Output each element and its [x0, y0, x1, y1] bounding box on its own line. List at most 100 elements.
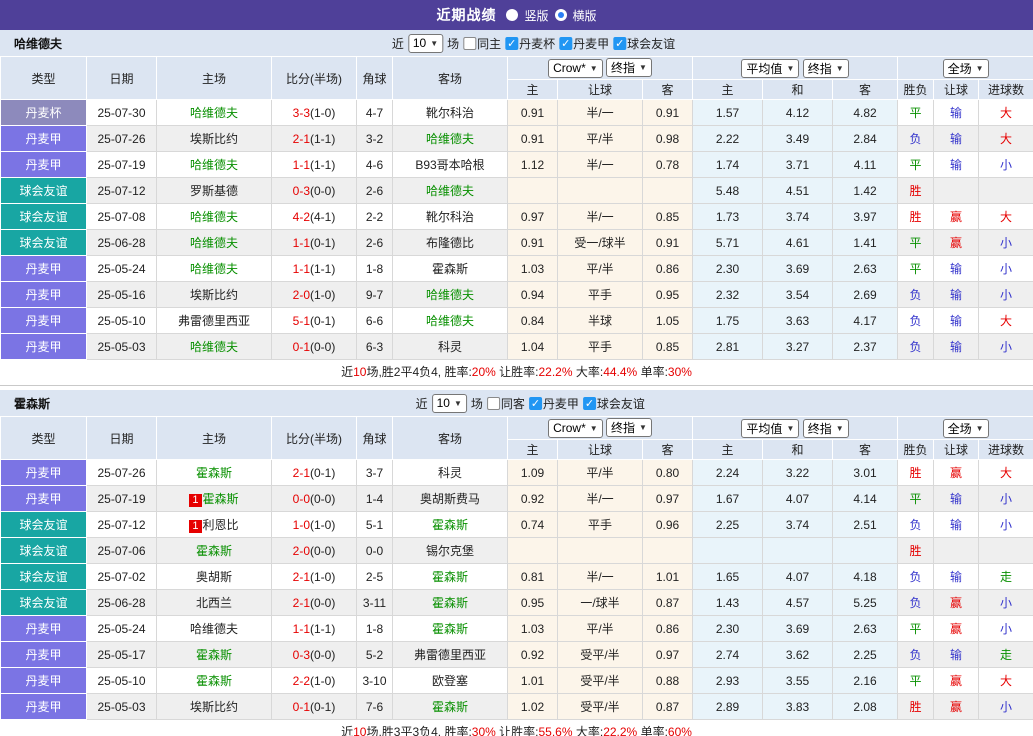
result-handicap-cell: 赢 — [933, 615, 980, 642]
match-date-cell: 25-05-24 — [86, 255, 157, 282]
team1-odds-source-select[interactable]: Crow* ▼ — [548, 58, 603, 78]
home-team-cell: 罗斯基德 — [156, 177, 272, 204]
match-row: 丹麦甲 25-05-16 埃斯比约 2-0(1-0) 9-7 哈维德夫 0.94… — [0, 281, 1033, 308]
col-header-result-wdl: 胜负 — [897, 79, 935, 100]
odds-away-cell: 0.91 — [641, 229, 694, 256]
corner-cell: 2-6 — [356, 177, 393, 204]
match-date-cell: 25-07-26 — [86, 125, 157, 152]
col-header-avg-home: 主 — [692, 439, 764, 460]
team2-odds-time-select[interactable]: 终指 ▼ — [606, 418, 652, 438]
vertical-layout-label[interactable]: 竖版 — [524, 7, 548, 24]
corner-cell: 3-7 — [356, 459, 393, 486]
checkbox-icon[interactable] — [463, 36, 477, 50]
odds-handicap-cell: 半/一 — [557, 485, 643, 512]
match-row: 球会友谊 25-06-28 北西兰 2-1(0-0) 3-11 霍森斯 0.95… — [0, 589, 1033, 616]
odds-handicap-cell: 半/一 — [557, 99, 643, 126]
col-header-odds-home: 主 — [507, 439, 558, 460]
score-cell: 5-1(0-1) — [271, 307, 357, 334]
team2-odds-source-select[interactable]: Crow* ▼ — [548, 418, 603, 438]
team1-league-checkbox[interactable]: 丹麦甲 — [559, 35, 609, 52]
result-wdl-cell: 负 — [897, 563, 935, 590]
away-team-cell: 弗雷德里西亚 — [392, 641, 508, 668]
team2-league-checkbox[interactable]: 丹麦甲 — [528, 395, 579, 412]
team1-match-count-select[interactable]: 10 ▼ — [407, 33, 444, 53]
result-goals-cell: 小 — [978, 255, 1033, 282]
team2-avg-time-select[interactable]: 终指 ▼ — [802, 418, 849, 438]
team2-match-count-select[interactable]: 10 ▼ — [431, 393, 467, 413]
odds-away-cell — [641, 177, 694, 204]
team1-cup-checkbox[interactable]: 丹麦杯 — [505, 35, 555, 52]
result-goals-cell: 大 — [978, 203, 1033, 230]
result-handicap-cell: 输 — [933, 281, 980, 308]
title-bar: 近期战绩 竖版 横版 — [0, 0, 1033, 30]
team1-odds-time-select[interactable]: 终指 ▼ — [606, 58, 652, 78]
col-header-result-handicap: 让球 — [933, 79, 980, 100]
col-header-corner: 角球 — [356, 56, 393, 100]
result-goals-cell: 小 — [978, 589, 1033, 616]
odds-home-cell: 1.01 — [507, 667, 558, 694]
result-handicap-cell: 赢 — [933, 589, 980, 616]
odds-handicap-cell: 受平/半 — [557, 667, 643, 694]
home-team-cell: 弗雷德里西亚 — [156, 307, 272, 334]
away-team-cell: 霍森斯 — [392, 511, 508, 538]
col-header-corner: 角球 — [356, 416, 393, 460]
team1-same-home-checkbox[interactable]: 同主 — [463, 35, 501, 52]
match-type-cell: 丹麦甲 — [0, 485, 87, 512]
checkbox-icon[interactable] — [528, 396, 542, 410]
checkbox-icon[interactable] — [559, 36, 573, 50]
avg-away-cell: 3.01 — [832, 459, 899, 486]
team1-name: 哈维德夫 — [14, 36, 63, 51]
away-team-cell: 靴尔科治 — [392, 203, 508, 230]
team2-friendly-checkbox[interactable]: 球会友谊 — [582, 395, 645, 412]
team1-scope-select[interactable]: 全场 ▼ — [942, 58, 989, 78]
result-goals-cell: 小 — [978, 281, 1033, 308]
avg-away-cell: 2.51 — [832, 511, 899, 538]
score-cell: 1-1(1-1) — [271, 615, 357, 642]
col-header-avg-draw: 和 — [762, 439, 834, 460]
horizontal-layout-label[interactable]: 横版 — [573, 7, 597, 24]
avg-draw-cell: 4.61 — [762, 229, 834, 256]
away-team-cell: 布隆德比 — [392, 229, 508, 256]
odds-away-cell: 0.80 — [641, 459, 694, 486]
horizontal-layout-radio[interactable] — [554, 9, 567, 21]
team1-avg-source-select[interactable]: 平均值 ▼ — [741, 58, 800, 78]
odds-handicap-cell — [557, 177, 643, 204]
checkbox-icon[interactable] — [613, 36, 627, 50]
team2-scope-select[interactable]: 全场 ▼ — [942, 418, 989, 438]
result-wdl-cell: 平 — [897, 667, 935, 694]
near-label: 近 — [391, 36, 404, 51]
odds-home-cell: 0.74 — [507, 511, 558, 538]
match-row: 丹麦甲 25-07-19 1 霍森斯 0-0(0-0) 1-4 奥胡斯费马 0.9… — [0, 485, 1033, 512]
checkbox-icon[interactable] — [486, 396, 500, 410]
odds-handicap-cell: 平/半 — [557, 459, 643, 486]
match-row: 球会友谊 25-07-12 1 利恩比 1-0(1-0) 5-1 霍森斯 0.74… — [0, 511, 1033, 538]
avg-away-cell: 2.08 — [832, 693, 899, 720]
result-handicap-cell: 输 — [933, 307, 980, 334]
match-date-cell: 25-07-02 — [86, 563, 157, 590]
match-row: 丹麦甲 25-05-24 哈维德夫 1-1(1-1) 1-8 霍森斯 1.03 … — [0, 255, 1033, 282]
avg-draw-cell: 3.83 — [762, 693, 834, 720]
team2-same-away-checkbox[interactable]: 同客 — [486, 395, 525, 412]
result-handicap-cell: 赢 — [933, 229, 980, 256]
chevron-down-icon: ▼ — [835, 63, 844, 73]
vertical-layout-radio[interactable] — [506, 9, 519, 21]
chevron-down-icon: ▼ — [975, 423, 984, 433]
match-type-cell: 丹麦甲 — [0, 615, 87, 642]
checkbox-icon[interactable] — [505, 36, 519, 50]
match-row: 丹麦甲 25-05-17 霍森斯 0-3(0-0) 5-2 弗雷德里西亚 0.9… — [0, 641, 1033, 668]
col-header-odds-home: 主 — [507, 79, 558, 100]
checkbox-icon[interactable] — [582, 396, 596, 410]
match-date-cell: 25-07-19 — [86, 485, 157, 512]
corner-cell: 5-2 — [356, 641, 393, 668]
odds-home-cell: 0.95 — [507, 589, 558, 616]
team1-avg-time-select[interactable]: 终指 ▼ — [802, 58, 849, 78]
score-cell: 2-1(0-0) — [271, 589, 357, 616]
team2-avg-source-select[interactable]: 平均值 ▼ — [741, 418, 800, 438]
avg-away-cell: 4.82 — [832, 99, 899, 126]
team1-results-table: 类型 日期 主场 比分(半场) 角球 客场 Crow* ▼ 终指 ▼ 平均值 ▼ 终指… — [0, 56, 1033, 360]
home-team-cell: 霍森斯 — [156, 459, 272, 486]
avg-draw-cell: 3.69 — [762, 255, 834, 282]
odds-handicap-cell: 一/球半 — [557, 589, 643, 616]
result-handicap-cell: 输 — [933, 255, 980, 282]
team1-friendly-checkbox[interactable]: 球会友谊 — [613, 35, 675, 52]
